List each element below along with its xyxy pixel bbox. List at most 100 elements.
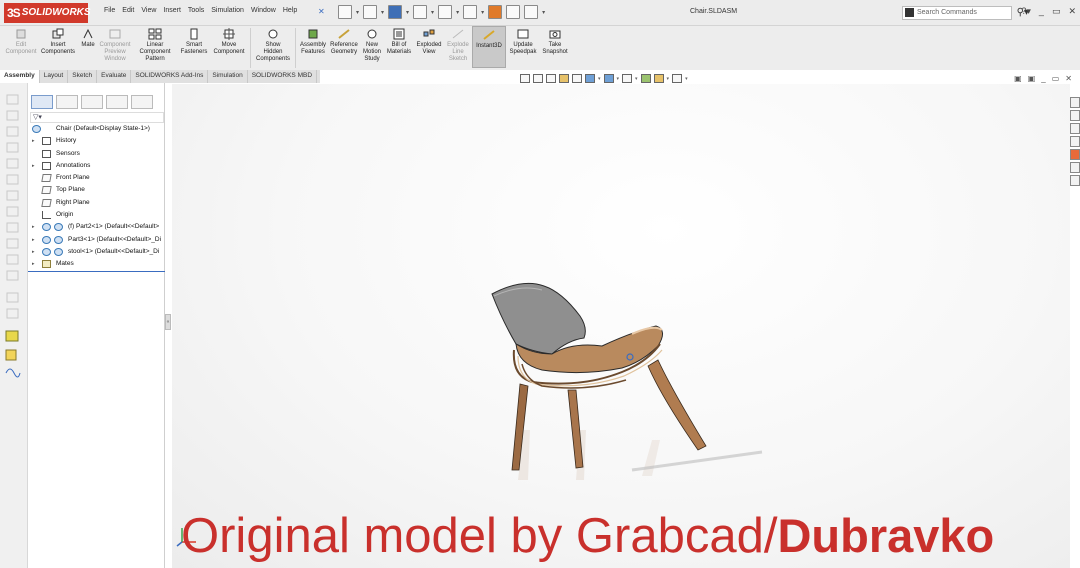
- tile-icon[interactable]: ▣: [1028, 74, 1036, 83]
- file-explorer-icon[interactable]: [1070, 123, 1080, 134]
- menu-help[interactable]: Help: [283, 7, 297, 14]
- explode-line-sketch-button[interactable]: Explode Line Sketch: [444, 26, 472, 65]
- tree-item-front-plane[interactable]: Front Plane: [28, 172, 165, 184]
- search-commands-field[interactable]: Search Commands ⚲▾: [902, 6, 1029, 20]
- show-hidden-components-button[interactable]: Show Hidden Components: [253, 26, 293, 65]
- bill-of-materials-button[interactable]: Bill of Materials: [384, 26, 414, 58]
- viewport-close-icon[interactable]: ✕: [1065, 74, 1072, 83]
- edit-appearance-icon[interactable]: [640, 74, 651, 83]
- exploded-view-icon: [423, 29, 435, 37]
- property-manager-tab-icon[interactable]: [56, 95, 78, 109]
- tree-item-top-plane[interactable]: Top Plane: [28, 184, 165, 196]
- tab-sketch[interactable]: Sketch: [68, 70, 98, 83]
- tab-addins[interactable]: SOLIDWORKS Add-Ins: [131, 70, 209, 83]
- tree-item-part3[interactable]: ▸ Part3<1> (Default<<Default>_Di: [28, 234, 165, 246]
- smart-fasteners-button[interactable]: Smart Fasteners: [178, 26, 210, 58]
- tree-filter-icon[interactable]: ▽▾: [30, 112, 164, 123]
- insert-components-button[interactable]: Insert Components: [38, 26, 78, 58]
- rebuild-icon[interactable]: [488, 5, 503, 19]
- minimize-icon[interactable]: _: [1039, 6, 1044, 17]
- instant3d-button[interactable]: Instant3D: [472, 26, 506, 68]
- exploded-view-button[interactable]: Exploded View: [414, 26, 444, 58]
- menu-view[interactable]: View: [141, 7, 156, 14]
- save-icon[interactable]: [388, 5, 403, 19]
- assembly-features-button[interactable]: Assembly Features: [298, 26, 328, 58]
- design-library-icon[interactable]: [1070, 110, 1080, 121]
- feature-tree-tab-icon[interactable]: [31, 95, 53, 109]
- chair-model[interactable]: [472, 280, 772, 480]
- move-component-button[interactable]: Move Component: [210, 26, 248, 58]
- appearances-icon[interactable]: [1070, 149, 1080, 160]
- forum-icon[interactable]: [1070, 175, 1080, 186]
- hide-show-items-icon[interactable]: [622, 74, 633, 83]
- restore-icon[interactable]: ▭: [1052, 6, 1061, 17]
- display-manager-tab-icon[interactable]: [131, 95, 153, 109]
- undo-icon[interactable]: [438, 5, 453, 19]
- new-motion-study-button[interactable]: New Motion Study: [360, 26, 384, 65]
- configuration-manager-tab-icon[interactable]: [81, 95, 103, 109]
- display-style-icon[interactable]: [603, 74, 614, 83]
- linear-pattern-button[interactable]: Linear Component Pattern: [132, 26, 178, 65]
- panel-collapse-handle[interactable]: «: [165, 314, 171, 330]
- split-view-icon[interactable]: ▣: [1014, 74, 1022, 83]
- new-document-icon[interactable]: [338, 5, 352, 19]
- tab-layout[interactable]: Layout: [40, 70, 69, 83]
- tree-item-stool[interactable]: ▸ stool<1> (Default<<Default>_Di: [28, 246, 165, 258]
- menu-edit[interactable]: Edit: [122, 7, 134, 14]
- tab-assembly[interactable]: Assembly: [0, 70, 40, 83]
- tab-simulation[interactable]: Simulation: [208, 70, 248, 83]
- section-view-icon[interactable]: [559, 74, 569, 83]
- viewport-restore-icon[interactable]: ▭: [1052, 74, 1060, 83]
- edit-component-button[interactable]: Edit Component: [4, 26, 38, 58]
- tree-item-annotations[interactable]: ▸ Annotations: [28, 160, 165, 172]
- separator: [250, 28, 251, 68]
- tab-evaluate[interactable]: Evaluate: [97, 70, 132, 83]
- tree-item-history[interactable]: ▸ History: [28, 135, 165, 147]
- title-bar: 3S SOLIDWORKS File Edit View Insert Tool…: [0, 0, 1080, 26]
- update-speedpak-button[interactable]: Update Speedpak: [506, 26, 540, 58]
- custom-properties-icon[interactable]: [1070, 162, 1080, 173]
- close-icon[interactable]: ✕: [1068, 6, 1076, 17]
- dimxpert-tab-icon[interactable]: [106, 95, 128, 109]
- zoom-to-area-icon[interactable]: [533, 74, 543, 83]
- apply-scene-icon[interactable]: [653, 74, 664, 83]
- linear-pattern-icon: [148, 28, 162, 40]
- menu-file[interactable]: File: [104, 7, 115, 14]
- tree-item-sensors[interactable]: Sensors: [28, 148, 165, 160]
- insert-components-icon: [52, 28, 64, 39]
- print-icon[interactable]: [413, 5, 428, 19]
- viewport-minimize-icon[interactable]: _: [1041, 74, 1045, 83]
- menu-tools[interactable]: Tools: [188, 7, 204, 14]
- select-icon[interactable]: [463, 5, 478, 19]
- zoom-to-fit-icon[interactable]: [520, 74, 530, 83]
- open-icon[interactable]: [363, 5, 378, 19]
- menu-window[interactable]: Window: [251, 7, 276, 14]
- menu-insert[interactable]: Insert: [163, 7, 181, 14]
- file-properties-icon[interactable]: [506, 5, 521, 19]
- component-preview-button[interactable]: Component Preview Window: [98, 26, 132, 65]
- tree-item-mates[interactable]: ▸ Mates: [28, 258, 165, 270]
- take-snapshot-button[interactable]: Take Snapshot: [540, 26, 570, 58]
- tree-rollback-bar[interactable]: [28, 271, 165, 272]
- solidworks-logo[interactable]: 3S SOLIDWORKS: [4, 3, 91, 23]
- tab-mbd[interactable]: SOLIDWORKS MBD: [248, 70, 318, 83]
- tree-root[interactable]: Chair (Default<Display State-1>): [28, 123, 165, 135]
- solidworks-resources-icon[interactable]: [1070, 97, 1080, 108]
- viewport-window-controls: ▣ ▣ _ ▭ ✕: [1014, 74, 1072, 83]
- help-icon[interactable]: ?▾: [1021, 6, 1031, 17]
- task-pane-strip: [1070, 97, 1080, 192]
- pin-icon[interactable]: ✕: [318, 7, 325, 16]
- tree-item-part2[interactable]: ▸ (f) Part2<1> (Default<<Default>: [28, 221, 165, 233]
- tree-item-origin[interactable]: Origin: [28, 209, 165, 221]
- reference-geometry-button[interactable]: Reference Geometry: [328, 26, 360, 58]
- previous-view-icon[interactable]: [546, 74, 556, 83]
- options-gear-icon[interactable]: [524, 5, 539, 19]
- view-orientation-icon[interactable]: [585, 74, 595, 83]
- mate-button[interactable]: Mate: [78, 26, 98, 51]
- view-settings-icon[interactable]: [672, 74, 683, 83]
- menu-simulation[interactable]: Simulation: [211, 7, 244, 14]
- tree-item-right-plane[interactable]: Right Plane: [28, 197, 165, 209]
- view-palette-icon[interactable]: [1070, 136, 1080, 147]
- dynamic-annotation-icon[interactable]: [572, 74, 582, 83]
- graphics-area[interactable]: [172, 84, 1070, 568]
